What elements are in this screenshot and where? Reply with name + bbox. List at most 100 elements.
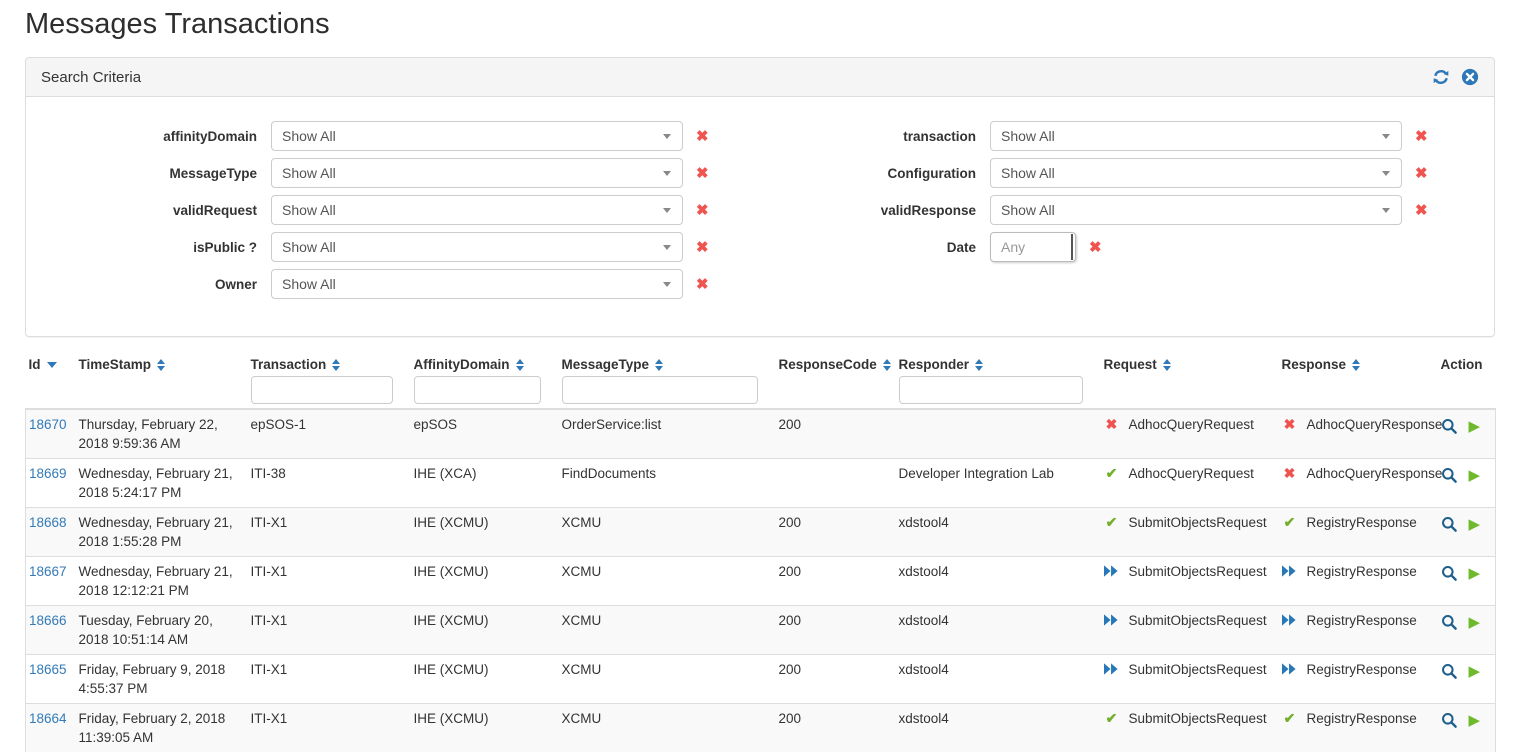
column-header-timestamp[interactable]: TimeStamp xyxy=(76,351,248,409)
selected-value: Show All xyxy=(1001,202,1055,218)
column-header-response[interactable]: Response xyxy=(1279,351,1438,409)
sort-icon[interactable] xyxy=(655,359,663,371)
configuration-select[interactable]: Show All xyxy=(990,158,1402,188)
fast-forward-icon xyxy=(1104,562,1120,582)
row-id-link[interactable]: 18669 xyxy=(29,466,67,481)
filter-input-responder[interactable] xyxy=(899,376,1083,404)
play-icon[interactable]: ▶ xyxy=(1469,468,1481,483)
filter-input-messagetype[interactable] xyxy=(562,376,758,404)
response-cell: RegistryResponse xyxy=(1279,655,1438,704)
timestamp-cell: Tuesday, February 20, 2018 10:51:14 AM xyxy=(76,606,248,655)
selected-value: Show All xyxy=(282,202,336,218)
row-id-link[interactable]: 18668 xyxy=(29,515,67,530)
row-id-link[interactable]: 18666 xyxy=(29,613,67,628)
table-row: 18669Wednesday, February 21, 2018 5:24:1… xyxy=(26,459,1496,508)
row-id-link[interactable]: 18667 xyxy=(29,564,67,579)
sort-icon[interactable] xyxy=(1352,359,1360,371)
refresh-icon[interactable] xyxy=(1432,68,1450,86)
column-header-messagetype[interactable]: MessageType xyxy=(559,351,776,409)
search-criteria-panel: Search Criteria affinityDomainShow All✖M… xyxy=(25,57,1495,337)
play-icon[interactable]: ▶ xyxy=(1469,419,1481,434)
affinitydomain-select[interactable]: Show All xyxy=(271,121,683,151)
fast-forward-icon xyxy=(1104,660,1120,680)
owner-select[interactable]: Show All xyxy=(271,269,683,299)
date-input[interactable]: Any xyxy=(990,232,1076,262)
sort-icon[interactable] xyxy=(975,359,983,371)
clear-filter-icon[interactable]: ✖ xyxy=(696,203,709,218)
transaction-select[interactable]: Show All xyxy=(990,121,1402,151)
id-cell: 18665 xyxy=(26,655,76,704)
search-icon[interactable] xyxy=(1441,663,1458,680)
close-circle-icon[interactable] xyxy=(1461,68,1479,86)
validresponse-select[interactable]: Show All xyxy=(990,195,1402,225)
response-code-cell: 200 xyxy=(776,557,896,606)
sort-icon[interactable] xyxy=(332,359,340,371)
column-header-request[interactable]: Request xyxy=(1101,351,1279,409)
validresponse-label: validResponse xyxy=(760,203,990,218)
timestamp-cell: Friday, February 2, 2018 11:39:05 AM xyxy=(76,704,248,753)
message-name: SubmitObjectsRequest xyxy=(1129,660,1267,679)
message-name: SubmitObjectsRequest xyxy=(1129,709,1267,728)
clear-filter-icon[interactable]: ✖ xyxy=(696,166,709,181)
play-icon[interactable]: ▶ xyxy=(1469,615,1481,630)
clear-filter-icon[interactable]: ✖ xyxy=(696,129,709,144)
selected-value: Show All xyxy=(282,128,336,144)
clear-filter-icon[interactable]: ✖ xyxy=(696,240,709,255)
transaction-cell: ITI-X1 xyxy=(248,704,411,753)
search-icon[interactable] xyxy=(1441,614,1458,631)
sort-icon[interactable] xyxy=(883,359,891,371)
fast-forward-icon xyxy=(1282,611,1298,631)
search-icon[interactable] xyxy=(1441,467,1458,484)
play-icon[interactable]: ▶ xyxy=(1469,517,1481,532)
clear-filter-icon[interactable]: ✖ xyxy=(1089,240,1102,255)
messagetype-select[interactable]: Show All xyxy=(271,158,683,188)
play-icon[interactable]: ▶ xyxy=(1469,713,1481,728)
clear-filter-icon[interactable]: ✖ xyxy=(1415,203,1428,218)
column-header-responder[interactable]: Responder xyxy=(896,351,1101,409)
message-name: SubmitObjectsRequest xyxy=(1129,562,1267,581)
column-header-transaction[interactable]: Transaction xyxy=(248,351,411,409)
clear-filter-icon[interactable]: ✖ xyxy=(696,277,709,292)
row-id-link[interactable]: 18664 xyxy=(29,711,67,726)
column-header-responsecode[interactable]: ResponseCode xyxy=(776,351,896,409)
message-name: AdhocQueryResponse xyxy=(1307,415,1443,434)
clear-filter-icon[interactable]: ✖ xyxy=(1415,129,1428,144)
message-type-cell: OrderService:list xyxy=(559,409,776,459)
search-icon[interactable] xyxy=(1441,516,1458,533)
search-icon[interactable] xyxy=(1441,565,1458,582)
transaction-cell: ITI-X1 xyxy=(248,557,411,606)
filter-input-affinitydomain[interactable] xyxy=(414,376,541,404)
response-cell: ✖AdhocQueryResponse xyxy=(1279,459,1438,508)
message-type-cell: XCMU xyxy=(559,704,776,753)
search-field-row: validResponse Show All ✖ xyxy=(760,195,1479,225)
column-header-id[interactable]: Id xyxy=(26,351,76,409)
column-header-affinitydomain[interactable]: AffinityDomain xyxy=(411,351,559,409)
search-icon[interactable] xyxy=(1441,418,1458,435)
message-type-cell: XCMU xyxy=(559,557,776,606)
configuration-label: Configuration xyxy=(760,166,990,181)
row-id-link[interactable]: 18665 xyxy=(29,662,67,677)
filter-input-transaction[interactable] xyxy=(251,376,393,404)
request-cell: ✔AdhocQueryRequest xyxy=(1101,459,1279,508)
transaction-cell: ITI-X1 xyxy=(248,655,411,704)
clear-filter-icon[interactable]: ✖ xyxy=(1415,166,1428,181)
sort-icon[interactable] xyxy=(157,359,165,371)
response-cell: ✔RegistryResponse xyxy=(1279,704,1438,753)
sort-desc-icon[interactable] xyxy=(47,362,57,368)
sort-icon[interactable] xyxy=(1163,359,1171,371)
affinity-domain-cell: epSOS xyxy=(411,409,559,459)
search-field-row: affinityDomainShow All✖ xyxy=(41,121,760,151)
column-label: Responder xyxy=(899,357,970,372)
play-icon[interactable]: ▶ xyxy=(1469,664,1481,679)
sort-icon[interactable] xyxy=(516,359,524,371)
column-label: TimeStamp xyxy=(79,357,152,372)
chevron-down-icon xyxy=(663,134,671,139)
search-field-row: transactionShow All✖ xyxy=(760,121,1479,151)
validrequest-select[interactable]: Show All xyxy=(271,195,683,225)
play-icon[interactable]: ▶ xyxy=(1469,566,1481,581)
message-name: RegistryResponse xyxy=(1307,513,1417,532)
search-icon[interactable] xyxy=(1441,712,1458,729)
ispublic-select[interactable]: Show All xyxy=(271,232,683,262)
row-id-link[interactable]: 18670 xyxy=(29,417,67,432)
validrequest-label: validRequest xyxy=(41,203,271,218)
